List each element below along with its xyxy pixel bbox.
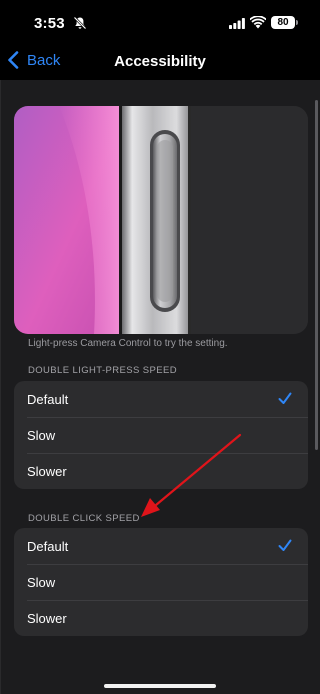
checkmark-icon — [278, 392, 292, 404]
option-label: Slow — [27, 427, 56, 443]
nav-bar: Back Accessibility — [0, 46, 320, 80]
wifi-icon — [250, 16, 266, 29]
click-speed-header: DOUBLE CLICK SPEED — [28, 513, 140, 524]
option-label: Slower — [27, 463, 67, 479]
click-option-slow[interactable]: Slow — [14, 564, 308, 600]
battery-icon: 80 — [271, 16, 295, 29]
click-option-slower[interactable]: Slower — [14, 600, 308, 636]
click-option-default[interactable]: Default — [14, 528, 308, 564]
light-press-speed-header: DOUBLE LIGHT-PRESS SPEED — [28, 365, 177, 376]
home-indicator[interactable] — [104, 684, 216, 688]
option-label: Slow — [27, 574, 56, 590]
signal-icon — [229, 18, 245, 29]
option-label: Slower — [27, 610, 67, 626]
option-label: Default — [27, 538, 69, 554]
camera-control-illustration — [14, 106, 308, 334]
page-title: Accessibility — [114, 53, 206, 70]
light-press-option-default[interactable]: Default — [14, 381, 308, 417]
mute-icon — [73, 16, 87, 30]
light-press-option-slow[interactable]: Slow — [14, 417, 308, 453]
battery-nub — [296, 20, 298, 25]
checkmark-icon — [278, 539, 292, 551]
status-bar: 3:53 80 — [0, 0, 320, 46]
click-speed-group: Default Slow Slower — [14, 528, 308, 636]
light-press-speed-group: Default Slow Slower — [14, 381, 308, 489]
preview-hint: Light-press Camera Control to try the se… — [28, 338, 228, 349]
scrollbar[interactable] — [315, 100, 318, 450]
settings-content: Light-press Camera Control to try the se… — [0, 80, 320, 694]
light-press-option-slower[interactable]: Slower — [14, 453, 308, 489]
status-time: 3:53 — [34, 15, 65, 32]
option-label: Default — [27, 391, 69, 407]
camera-control-preview — [14, 106, 308, 334]
